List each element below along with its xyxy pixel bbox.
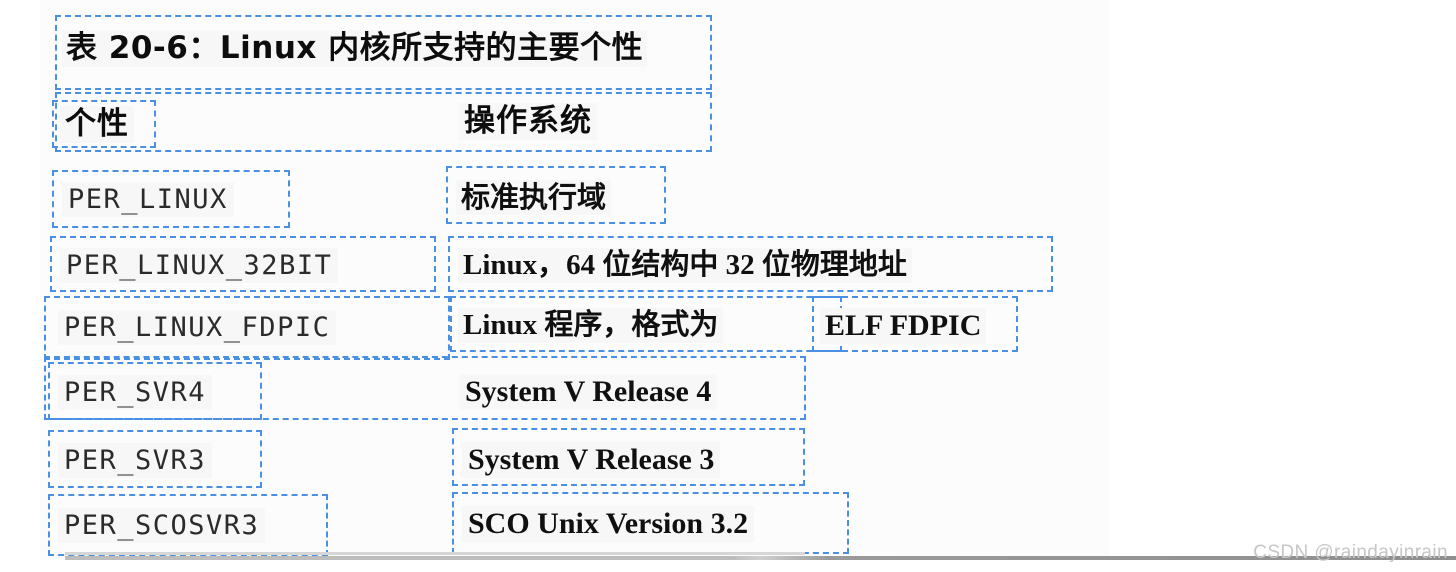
table-cell-os-latin: ELF FDPIC <box>820 308 987 344</box>
table-row: PER_SCOSVR3 <box>58 508 266 543</box>
table-cell-os: 标准执行域 <box>456 180 612 215</box>
table-cell-os-cjk: Linux 程序，格式为 <box>458 308 724 343</box>
page-bottom-rule-secondary <box>65 552 805 555</box>
table-cell-os: Linux，64 位结构中 32 位物理地址 <box>458 248 912 283</box>
table-cell-os: System V Release 4 <box>459 374 718 410</box>
csdn-watermark: CSDN @raindayinrain <box>1253 542 1448 563</box>
scanned-table-page: 表 20-6：Linux 内核所支持的主要个性 个性 操作系统 PER_LINU… <box>0 0 1456 572</box>
column-header-os: 操作系统 <box>459 103 597 140</box>
table-row: PER_LINUX <box>62 182 234 217</box>
table-cell-os: SCO Unix Version 3.2 <box>462 506 755 542</box>
column-header-personality: 个性 <box>60 106 134 143</box>
table-cell-os: System V Release 3 <box>462 442 721 478</box>
table-row: PER_LINUX_FDPIC <box>58 310 337 345</box>
table-row: PER_SVR3 <box>58 443 213 478</box>
table-row: PER_LINUX_32BIT <box>60 248 339 283</box>
page-bottom-rule <box>65 556 1456 560</box>
table-row: PER_SVR4 <box>58 375 213 410</box>
table-caption: 表 20-6：Linux 内核所支持的主要个性 <box>62 30 648 67</box>
